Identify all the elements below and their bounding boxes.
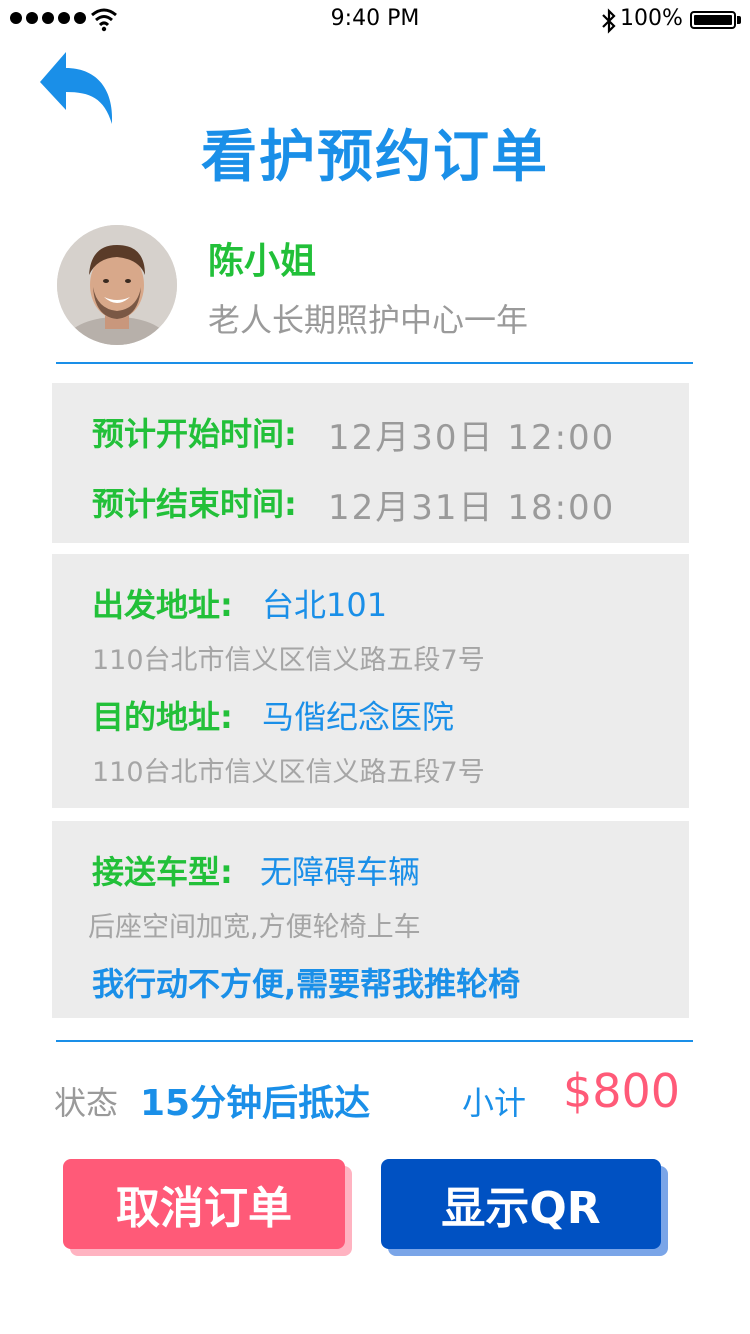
status-value: 15分钟后抵达 xyxy=(140,1083,371,1124)
vehicle-type-value: 无障碍车辆 xyxy=(260,853,421,891)
start-time-value: 12月30日 12:00 xyxy=(328,418,616,458)
cancel-order-button[interactable]: 取消订单 xyxy=(63,1159,345,1249)
status-label: 状态 xyxy=(54,1084,119,1122)
subtotal-value: $800 xyxy=(563,1064,681,1118)
battery-tip xyxy=(737,16,741,24)
profile-name: 陈小姐 xyxy=(208,241,317,282)
route-card: 出发地址: 台北101 110台北市信义区信义路五段7号 目的地址: 马偕纪念医… xyxy=(52,554,689,808)
divider xyxy=(56,362,693,364)
avatar-portrait-image xyxy=(57,225,177,345)
vehicle-description: 后座空间加宽,方便轮椅上车 xyxy=(88,912,421,943)
assistance-note: 我行动不方便,需要帮我推轮椅 xyxy=(92,965,521,1003)
divider xyxy=(56,1040,693,1042)
departure-name: 台北101 xyxy=(262,586,388,624)
bluetooth-icon xyxy=(602,8,616,34)
departure-address: 110台北市信义区信义路五段7号 xyxy=(92,645,485,676)
vehicle-type-label: 接送车型: xyxy=(92,853,233,891)
departure-label: 出发地址: xyxy=(92,586,233,624)
destination-label: 目的地址: xyxy=(92,698,233,736)
show-qr-button[interactable]: 显示QR xyxy=(381,1159,661,1249)
end-time-label: 预计结束时间: xyxy=(92,485,297,523)
status-bar: 9:40 PM 100% xyxy=(0,0,750,40)
page-title: 看护预约订单 xyxy=(201,125,549,190)
battery-icon xyxy=(690,11,736,29)
vehicle-card: 接送车型: 无障碍车辆 后座空间加宽,方便轮椅上车 我行动不方便,需要帮我推轮椅 xyxy=(52,821,689,1018)
destination-address: 110台北市信义区信义路五段7号 xyxy=(92,757,485,788)
start-time-label: 预计开始时间: xyxy=(92,415,297,453)
end-time-value: 12月31日 18:00 xyxy=(328,488,616,528)
profile-subtitle: 老人长期照护中心一年 xyxy=(208,301,529,339)
schedule-card: 预计开始时间: 12月30日 12:00 预计结束时间: 12月31日 18:0… xyxy=(52,383,689,543)
avatar xyxy=(57,225,177,345)
destination-name: 马偕纪念医院 xyxy=(262,698,455,736)
subtotal-label: 小计 xyxy=(462,1084,527,1122)
battery-percentage: 100% xyxy=(620,6,683,31)
